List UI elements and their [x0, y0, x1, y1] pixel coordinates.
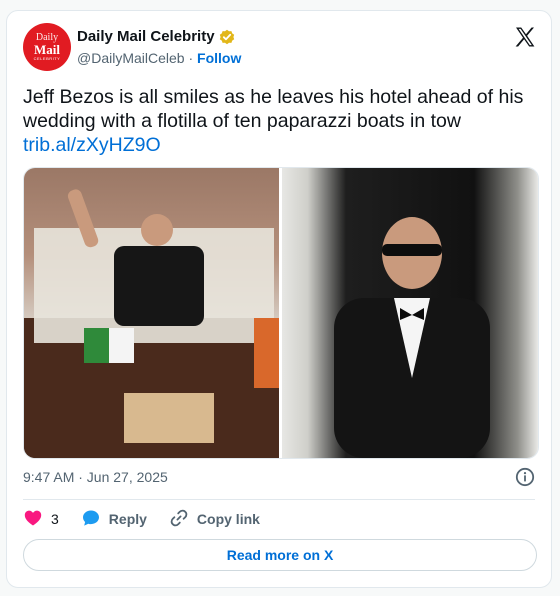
like-button[interactable]: 3 [23, 508, 59, 531]
handle-row: @DailyMailCeleb · Follow [77, 50, 241, 66]
post-text-block: Jeff Bezos is all smiles as he leaves hi… [23, 85, 543, 157]
link-icon [169, 508, 189, 531]
photo-portrait[interactable] [282, 168, 538, 458]
embedded-post-card: Daily Mail CELEBRITY Daily Mail Celebrit… [6, 10, 552, 588]
avatar[interactable]: Daily Mail CELEBRITY [23, 23, 71, 71]
copy-link-button[interactable]: Copy link [169, 508, 260, 531]
reply-icon [81, 508, 101, 531]
like-count: 3 [51, 511, 59, 527]
avatar-line-1: Daily [35, 31, 59, 43]
read-more-button[interactable]: Read more on X [23, 539, 537, 571]
photo-boat[interactable] [24, 168, 279, 458]
author-handle[interactable]: @DailyMailCeleb [77, 50, 185, 66]
reply-label: Reply [108, 511, 147, 527]
author-name-row[interactable]: Daily Mail Celebrity [77, 28, 235, 45]
author-name[interactable]: Daily Mail Celebrity [77, 28, 215, 45]
separator-dot: · [188, 50, 194, 66]
avatar-line-2: Mail [34, 41, 60, 57]
copy-link-label: Copy link [196, 511, 260, 527]
follow-button[interactable]: Follow [197, 50, 241, 66]
x-logo-icon[interactable] [513, 25, 537, 49]
media-grid[interactable] [23, 167, 539, 459]
action-bar: 3 Reply Copy link [23, 507, 282, 531]
post-timestamp[interactable]: 9:47 AM · Jun 27, 2025 [23, 469, 168, 485]
reply-button[interactable]: Reply [81, 508, 147, 531]
heart-icon [23, 508, 43, 531]
info-icon[interactable] [515, 467, 535, 487]
divider [23, 499, 535, 500]
post-text: Jeff Bezos is all smiles as he leaves hi… [23, 86, 524, 132]
verified-badge-icon [219, 29, 235, 45]
avatar-line-3: CELEBRITY [33, 55, 61, 61]
post-link[interactable]: trib.al/zXyHZ9O [23, 133, 543, 157]
